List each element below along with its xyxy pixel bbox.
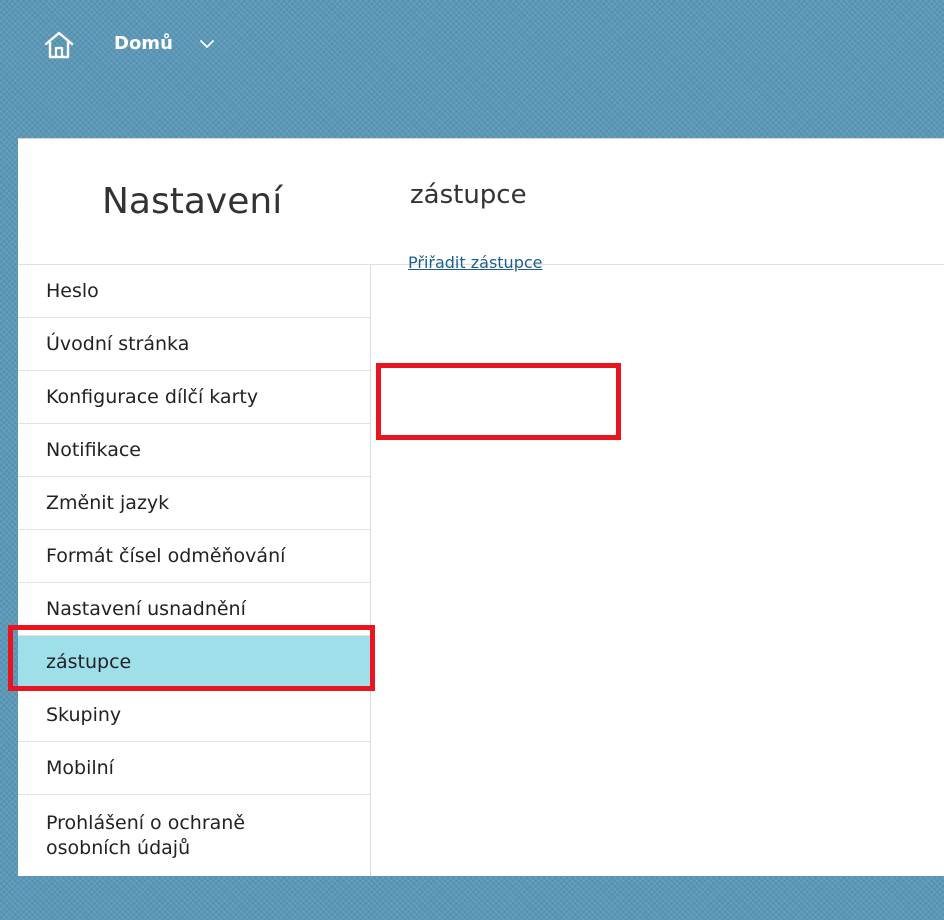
sidebar-item-skupiny[interactable]: Skupiny: [18, 689, 370, 742]
sidebar-item-label: Konfigurace dílčí karty: [46, 385, 259, 408]
settings-sidebar: Heslo Úvodní stránka Konfigurace dílčí k…: [18, 265, 371, 876]
sidebar-item-label: zástupce: [46, 650, 132, 673]
settings-panel: Nastavení Heslo Úvodní stránka Konfigura…: [18, 138, 944, 876]
home-icon[interactable]: [43, 29, 75, 61]
sidebar-item-label: Formát čísel odměňování: [46, 544, 286, 567]
sidebar-item-label: Heslo: [46, 279, 99, 302]
chevron-down-icon[interactable]: [199, 37, 215, 51]
shell-bar: Domů: [0, 0, 944, 135]
sidebar-item-zmenit-jazyk[interactable]: Změnit jazyk: [18, 477, 370, 530]
sidebar-item-heslo[interactable]: Heslo: [18, 265, 370, 318]
assign-delegate-link[interactable]: Přiřadit zástupce: [408, 253, 542, 272]
sidebar-item-label: Úvodní stránka: [46, 332, 190, 355]
sidebar-item-mobilni[interactable]: Mobilní: [18, 742, 370, 795]
sidebar-item-zastupce[interactable]: zástupce: [18, 636, 370, 689]
sidebar-item-label: Skupiny: [46, 703, 122, 726]
page-title: Nastavení: [102, 181, 283, 222]
home-menu-label[interactable]: Domů: [114, 33, 173, 54]
sidebar-item-label: Notifikace: [46, 438, 141, 461]
sidebar-item-label: Nastavení usnadnění: [46, 597, 246, 620]
sidebar-item-label: Změnit jazyk: [46, 491, 170, 514]
sidebar-item-notifikace[interactable]: Notifikace: [18, 424, 370, 477]
sidebar-item-label: Prohlášení o ochraně osobních údajů: [46, 811, 246, 859]
sidebar-item-label: Mobilní: [46, 756, 114, 779]
section-title: zástupce: [410, 180, 527, 210]
sidebar-item-nastaveni-usnadneni[interactable]: Nastavení usnadnění: [18, 583, 370, 636]
sidebar-item-format-cisel[interactable]: Formát čísel odměňování: [18, 530, 370, 583]
sidebar-item-konfigurace-dilci-karty[interactable]: Konfigurace dílčí karty: [18, 371, 370, 424]
sidebar-item-uvodni-stranka[interactable]: Úvodní stránka: [18, 318, 370, 371]
sidebar-item-prohlaseni[interactable]: Prohlášení o ochraně osobních údajů: [18, 795, 370, 876]
